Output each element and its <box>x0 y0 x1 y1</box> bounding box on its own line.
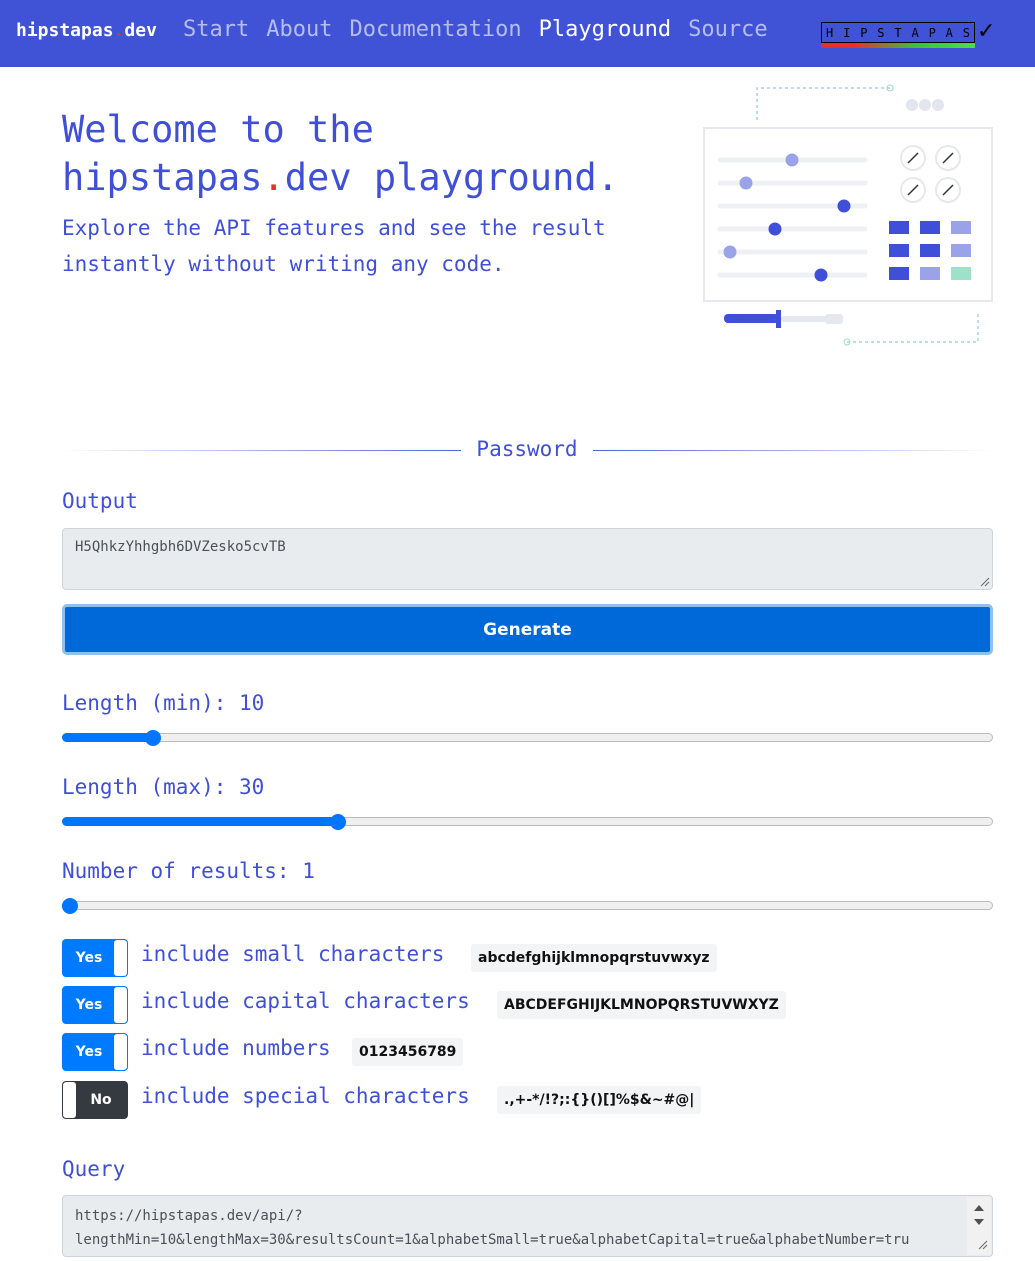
scrollbar[interactable] <box>967 1197 991 1255</box>
resize-grip-icon[interactable] <box>980 577 990 587</box>
nav-link-playground[interactable]: Playground <box>539 17 671 42</box>
logo-strength-bar <box>821 43 975 48</box>
logo-letter: P <box>928 25 936 40</box>
brand-dot: . <box>113 20 125 41</box>
toggle-state-label: Yes <box>75 950 103 966</box>
query-line-2: lengthMin=10&lengthMax=30&resultsCount=1… <box>75 1232 910 1248</box>
nav-link-about[interactable]: About <box>266 17 332 42</box>
toggle-knob <box>114 940 127 976</box>
logo-letter: S <box>877 25 885 40</box>
nav-link-documentation[interactable]: Documentation <box>349 17 521 42</box>
hero-title-rest: dev playground. <box>284 156 619 199</box>
special-characters-label: include special characters <box>141 1084 470 1108</box>
results-count-label: Number of results: 1 <box>62 859 315 883</box>
toggle-knob <box>63 1082 76 1118</box>
results-count-slider[interactable] <box>62 896 993 916</box>
logo-letter: I <box>843 25 851 40</box>
length-min-slider[interactable] <box>62 728 993 748</box>
section-divider-right <box>593 450 993 451</box>
output-textarea[interactable]: H5QhkzYhhgbh6DVZesko5cvTB <box>62 528 993 590</box>
capital-characters-toggle[interactable]: Yes <box>62 986 128 1024</box>
slider-track <box>62 901 993 910</box>
length-max-label: Length (max): 30 <box>62 775 265 799</box>
length-min-label: Length (min): 10 <box>62 691 265 715</box>
hipstapas-badge-logo: HIPSTAPAS ✓ <box>821 19 999 51</box>
small-characters-toggle[interactable]: Yes <box>62 939 128 977</box>
special-characters-toggle[interactable]: No <box>62 1081 128 1119</box>
playground-illustration <box>703 84 993 346</box>
nav-link-start[interactable]: Start <box>183 17 249 42</box>
slider-thumb[interactable] <box>330 814 347 830</box>
length-max-slider[interactable] <box>62 812 993 832</box>
query-label: Query <box>62 1157 126 1181</box>
logo-letter: A <box>911 25 919 40</box>
special-characters-chars: .,+-*/!?;:{}()[]%$&~#@| <box>497 1086 702 1114</box>
logo-text-box: HIPSTAPAS <box>821 22 975 43</box>
checkmark-icon: ✓ <box>977 19 996 44</box>
logo-letter: T <box>894 25 902 40</box>
slider-track <box>62 733 993 742</box>
section-title: Password <box>476 437 578 461</box>
brand-tld: dev <box>124 20 157 41</box>
toggle-state-label: No <box>90 1092 112 1108</box>
brand-name: hipstapas <box>16 20 114 41</box>
slider-thumb[interactable] <box>62 898 78 914</box>
section-divider-left <box>62 450 461 451</box>
slider-fill <box>62 817 339 826</box>
toggle-knob <box>114 1034 127 1070</box>
logo-letter: A <box>945 25 953 40</box>
capital-characters-label: include capital characters <box>141 989 470 1013</box>
slider-fill <box>62 733 154 742</box>
output-label: Output <box>62 489 138 513</box>
numbers-chars: 0123456789 <box>352 1038 464 1066</box>
query-textarea[interactable]: https://hipstapas.dev/api/? lengthMin=10… <box>62 1195 993 1257</box>
nav-links: Start About Documentation Playground Sou… <box>183 17 785 42</box>
nav-link-source[interactable]: Source <box>688 17 767 42</box>
hero-title-dot: . <box>262 156 285 199</box>
hero-subtitle: Explore the API features and see the res… <box>62 216 606 276</box>
hero-title-brand: hipstapas <box>62 156 263 199</box>
capital-characters-chars: ABCDEFGHIJKLMNOPQRSTUVWXYZ <box>497 991 786 1019</box>
hero-title-line1: Welcome to the <box>62 108 374 151</box>
logo-letter: S <box>962 25 970 40</box>
hero-title: Welcome to the hipstapas.dev playground. <box>62 106 682 202</box>
output-value: H5QhkzYhhgbh6DVZesko5cvTB <box>75 539 286 555</box>
logo-letter: H <box>826 25 834 40</box>
slider-thumb[interactable] <box>145 730 162 746</box>
generate-button[interactable]: Generate <box>62 604 993 655</box>
small-characters-chars: abcdefghijklmnopqrstuvwxyz <box>471 944 717 972</box>
small-characters-label: include small characters <box>141 942 445 966</box>
toggle-state-label: Yes <box>75 1044 103 1060</box>
numbers-toggle[interactable]: Yes <box>62 1033 128 1071</box>
toggle-state-label: Yes <box>75 997 103 1013</box>
navbar: hipstapas.dev Start About Documentation … <box>0 0 1035 67</box>
numbers-label: include numbers <box>141 1036 331 1060</box>
brand-logo[interactable]: hipstapas.dev <box>16 20 157 41</box>
toggle-knob <box>114 987 127 1023</box>
query-line-1: https://hipstapas.dev/api/? <box>75 1208 303 1224</box>
logo-letter: P <box>860 25 868 40</box>
